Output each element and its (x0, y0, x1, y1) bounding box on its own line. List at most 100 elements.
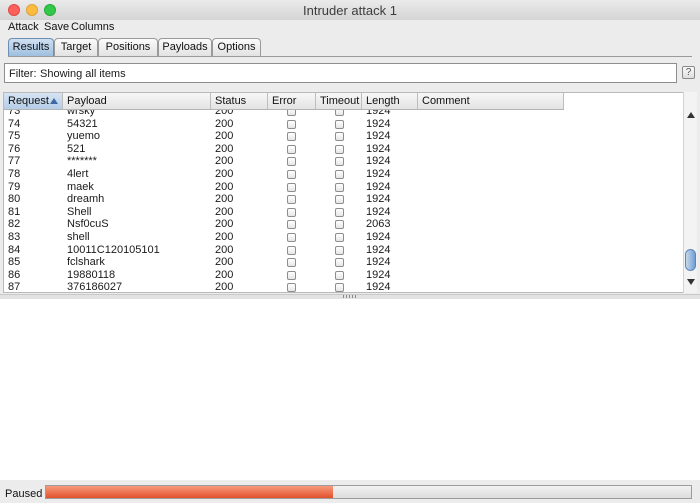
title-bar: Intruder attack 1 (0, 0, 700, 21)
cell-status: 200 (215, 243, 234, 256)
column-header-label: Request (8, 95, 49, 107)
cell-request: 77 (8, 155, 21, 168)
scroll-up-icon[interactable] (687, 112, 695, 118)
cell-payload: shell (67, 231, 90, 243)
cell-request: 82 (8, 218, 21, 231)
error-checkbox (287, 283, 296, 292)
cell-payload: 19880118 (67, 268, 116, 281)
tab-results[interactable]: Results (8, 38, 54, 56)
error-checkbox (287, 220, 296, 230)
timeout-checkbox (335, 233, 344, 242)
detail-pane (0, 299, 700, 480)
filter-summary: Showing all items (40, 68, 126, 80)
cell-payload: 10011C120105101 (67, 243, 160, 256)
timeout-checkbox (335, 258, 344, 268)
cell-length: 1924 (366, 142, 391, 155)
tab-divider (8, 56, 692, 57)
cell-request: 81 (8, 205, 21, 218)
cell-status: 200 (215, 281, 234, 293)
table-row[interactable]: 82 Nsf0cuS 200 2063 (4, 218, 564, 231)
timeout-checkbox (335, 220, 344, 230)
cell-length: 1924 (366, 268, 391, 281)
timeout-checkbox (335, 182, 344, 192)
cell-payload: 376186027 (67, 281, 123, 293)
cell-status: 200 (215, 130, 234, 143)
timeout-checkbox (335, 144, 344, 154)
tab-positions[interactable]: Positions (98, 38, 158, 56)
table-row[interactable]: 80 dreamh 200 1924 (4, 193, 564, 206)
error-checkbox (287, 245, 296, 255)
menu-columns[interactable]: Columns (71, 21, 114, 33)
cell-request: 78 (8, 168, 21, 180)
error-checkbox (287, 195, 296, 205)
column-header-error[interactable]: Error (268, 93, 316, 109)
table-row[interactable]: 78 4lert 200 1924 (4, 168, 564, 181)
cell-payload: ******* (67, 155, 97, 168)
cell-payload: 4lert (67, 168, 89, 180)
error-checkbox (287, 144, 296, 154)
cell-length: 1924 (366, 117, 391, 130)
cell-payload: maek (67, 180, 94, 193)
error-checkbox (287, 132, 296, 142)
cell-request: 74 (8, 117, 21, 130)
table-row[interactable]: 84 10011C120105101 200 1924 (4, 244, 564, 257)
window-title: Intruder attack 1 (303, 3, 397, 18)
tab-options[interactable]: Options (212, 38, 261, 56)
error-checkbox (287, 170, 296, 179)
table-row[interactable]: 74 54321 200 1924 (4, 118, 564, 131)
table-row[interactable]: 77 ******* 200 1924 (4, 155, 564, 168)
cell-length: 1924 (366, 256, 391, 269)
error-checkbox (287, 258, 296, 268)
help-icon[interactable]: ? (682, 66, 695, 79)
table-row[interactable]: 83 shell 200 1924 (4, 231, 564, 244)
cell-length: 1924 (366, 231, 391, 243)
cell-length: 1924 (366, 193, 391, 206)
column-header-payload[interactable]: Payload (63, 93, 211, 109)
column-header-comment[interactable]: Comment (418, 93, 564, 109)
table-row[interactable]: 75 yuemo 200 1924 (4, 130, 564, 143)
table-row[interactable]: 87 376186027 200 1924 (4, 281, 564, 293)
cell-length: 1924 (366, 205, 391, 218)
cell-payload: 521 (67, 142, 86, 155)
column-header-length[interactable]: Length (362, 93, 418, 109)
table-row[interactable]: 81 Shell 200 1924 (4, 206, 564, 219)
tab-target[interactable]: Target (54, 38, 98, 56)
timeout-checkbox (335, 270, 344, 280)
cell-request: 76 (8, 142, 21, 155)
filter-bar[interactable]: Filter: Showing all items (4, 63, 677, 83)
vertical-scrollbar[interactable] (683, 92, 697, 293)
error-checkbox (287, 182, 296, 192)
menu-attack[interactable]: Attack (8, 21, 39, 33)
cell-status: 200 (215, 117, 234, 130)
cell-length: 1924 (366, 243, 391, 256)
table-row[interactable]: 79 maek 200 1924 (4, 181, 564, 194)
table-row[interactable]: 85 fclshark 200 1924 (4, 256, 564, 269)
filter-label: Filter: (9, 68, 37, 80)
tab-payloads[interactable]: Payloads (158, 38, 212, 56)
menu-save[interactable]: Save (44, 21, 69, 33)
cell-length: 1924 (366, 155, 391, 168)
splitter-grip-icon[interactable] (343, 295, 357, 298)
sort-ascending-icon (50, 98, 58, 104)
cell-length: 1924 (366, 180, 391, 193)
column-header-timeout[interactable]: Timeout (316, 93, 362, 109)
column-header-status[interactable]: Status (211, 93, 268, 109)
results-table-header: Request Payload Status Error Timeout Len… (4, 93, 564, 110)
progress-bar (45, 485, 692, 499)
cell-payload: yuemo (67, 130, 101, 143)
column-header-request[interactable]: Request (4, 93, 63, 109)
table-row[interactable]: 86 19880118 200 1924 (4, 269, 564, 282)
cell-status: 200 (215, 268, 234, 281)
cell-request: 75 (8, 130, 21, 143)
progress-fill (46, 486, 334, 498)
table-row[interactable]: 76 521 200 1924 (4, 143, 564, 156)
cell-request: 80 (8, 193, 21, 206)
error-checkbox (287, 157, 296, 167)
cell-payload: Shell (67, 205, 92, 218)
cell-status: 200 (215, 205, 234, 218)
scroll-down-icon[interactable] (687, 279, 695, 285)
timeout-checkbox (335, 119, 344, 129)
timeout-checkbox (335, 132, 344, 142)
scroll-thumb[interactable] (685, 249, 696, 271)
cell-payload: fclshark (67, 256, 105, 269)
